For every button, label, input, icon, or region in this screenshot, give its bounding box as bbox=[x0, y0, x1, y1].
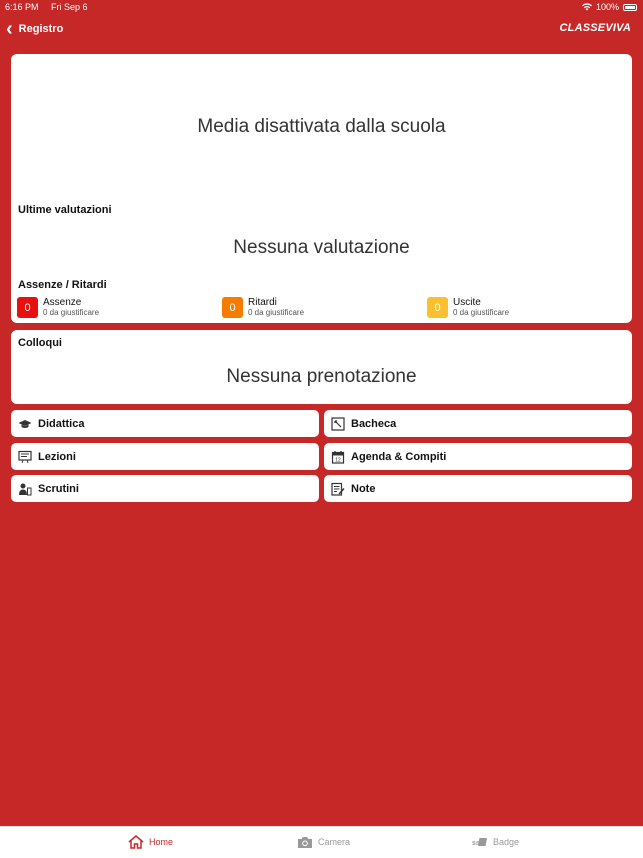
ritardi-sub: 0 da giustificare bbox=[248, 308, 305, 317]
overview-card: Media disattivata dalla scuola Ultime va… bbox=[11, 54, 632, 323]
battery-icon bbox=[623, 3, 637, 11]
svg-text:12: 12 bbox=[335, 457, 341, 463]
chevron-left-icon: ‹ bbox=[6, 18, 13, 40]
blackboard-icon bbox=[18, 450, 32, 463]
tab-home[interactable]: Home bbox=[128, 835, 173, 849]
media-status-text: Media disattivata dalla scuola bbox=[197, 116, 446, 137]
tab-camera[interactable]: Camera bbox=[297, 835, 350, 849]
back-label: Registro bbox=[18, 23, 64, 35]
ultime-valutazioni-empty: Nessuna valutazione bbox=[233, 237, 410, 258]
note-label: Note bbox=[351, 482, 376, 495]
tab-bar: Home Camera ss Badge bbox=[0, 826, 643, 858]
classeviva-logo: CLASSEVIVA bbox=[559, 22, 631, 34]
back-button[interactable]: ‹ Registro bbox=[6, 19, 63, 39]
ritardi-count-badge: 0 bbox=[222, 297, 243, 318]
uscite-count-badge: 0 bbox=[427, 297, 448, 318]
scrutini-label: Scrutini bbox=[38, 482, 79, 495]
assenze-sub: 0 da giustificare bbox=[43, 308, 100, 317]
scrutini-button[interactable]: Scrutini bbox=[11, 475, 319, 502]
agenda-button[interactable]: 12 Agenda & Compiti bbox=[324, 443, 632, 470]
ritardi-item[interactable]: 0 Ritardi 0 da giustificare bbox=[222, 297, 304, 318]
ritardi-label: Ritardi bbox=[248, 297, 277, 308]
assenze-item[interactable]: 0 Assenze 0 da giustificare bbox=[17, 297, 99, 318]
tab-home-label: Home bbox=[149, 837, 174, 847]
note-edit-icon bbox=[331, 482, 345, 496]
bulletin-board-icon bbox=[331, 416, 345, 431]
assenze-label: Assenze bbox=[43, 297, 82, 308]
status-bar: 6:16 PM Fri Sep 6 100% bbox=[0, 0, 643, 14]
wifi-icon bbox=[581, 3, 592, 11]
status-time: 6:16 PM bbox=[5, 2, 39, 12]
assenze-count-badge: 0 bbox=[17, 297, 38, 318]
tab-camera-label: Camera bbox=[318, 837, 351, 847]
tab-badge[interactable]: ss Badge bbox=[472, 835, 519, 849]
badge-card-icon: ss bbox=[472, 838, 487, 847]
agenda-label: Agenda & Compiti bbox=[351, 450, 447, 463]
bacheca-button[interactable]: Bacheca bbox=[324, 410, 632, 437]
lezioni-label: Lezioni bbox=[38, 450, 76, 463]
uscite-item[interactable]: 0 Uscite 0 da giustificare bbox=[427, 297, 509, 318]
colloqui-card[interactable]: Colloqui Nessuna prenotazione bbox=[11, 330, 632, 404]
uscite-sub: 0 da giustificare bbox=[453, 308, 510, 317]
status-date: Fri Sep 6 bbox=[51, 2, 88, 12]
ultime-valutazioni-title: Ultime valutazioni bbox=[18, 204, 112, 216]
colloqui-title: Colloqui bbox=[18, 337, 62, 349]
didattica-button[interactable]: Didattica bbox=[11, 410, 319, 437]
graduation-cap-icon bbox=[18, 419, 32, 428]
user-report-icon bbox=[19, 483, 32, 495]
didattica-label: Didattica bbox=[38, 417, 85, 430]
assenze-ritardi-title: Assenze / Ritardi bbox=[18, 279, 107, 291]
nav-bar: ‹ Registro CLASSEVIVA bbox=[0, 14, 643, 46]
tab-badge-label: Badge bbox=[493, 837, 520, 847]
home-icon bbox=[128, 835, 144, 849]
calendar-icon: 12 bbox=[331, 450, 345, 464]
lezioni-button[interactable]: Lezioni bbox=[11, 443, 319, 470]
colloqui-empty: Nessuna prenotazione bbox=[226, 366, 417, 387]
battery-percent: 100% bbox=[595, 2, 619, 12]
uscite-label: Uscite bbox=[453, 297, 481, 308]
bacheca-label: Bacheca bbox=[351, 417, 397, 430]
camera-icon bbox=[298, 837, 312, 848]
note-button[interactable]: Note bbox=[324, 475, 632, 502]
